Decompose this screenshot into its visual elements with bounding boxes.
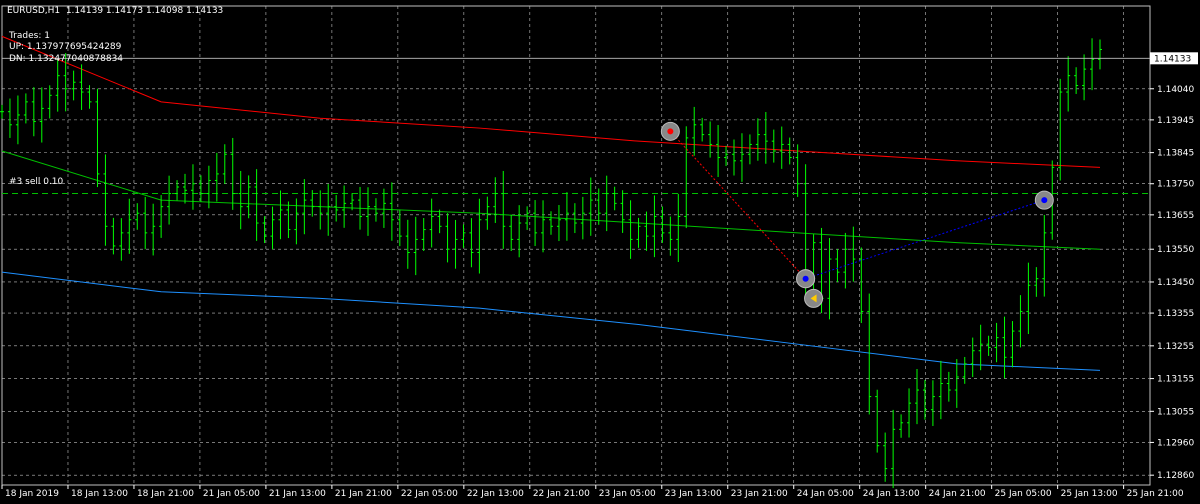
y-tick-label: 1.13845 bbox=[1157, 149, 1194, 159]
x-tick-label: 21 Jan 21:00 bbox=[335, 489, 392, 499]
x-tick-label: 25 Jan 05:00 bbox=[995, 489, 1052, 499]
chart-title: EURUSD,H1 1.14139 1.14173 1.14098 1.1413… bbox=[7, 6, 224, 16]
y-tick-label: 1.14040 bbox=[1157, 85, 1194, 95]
x-tick-label: 25 Jan 13:00 bbox=[1061, 489, 1118, 499]
x-tick-label: 18 Jan 13:00 bbox=[71, 489, 128, 499]
order-label: #3 sell 0.10 bbox=[9, 177, 64, 187]
plot-frame bbox=[1, 5, 1151, 486]
x-tick-label: 23 Jan 21:00 bbox=[731, 489, 788, 499]
x-tick-label: 23 Jan 13:00 bbox=[665, 489, 722, 499]
y-tick-label: 1.13550 bbox=[1157, 245, 1194, 255]
x-tick-label: 24 Jan 13:00 bbox=[863, 489, 920, 499]
buy-trade-close-dot bbox=[1041, 197, 1048, 204]
x-tick-label: 24 Jan 05:00 bbox=[797, 489, 854, 499]
x-tick-label: 18 Jan 21:00 bbox=[137, 489, 194, 499]
y-tick-label: 1.13355 bbox=[1157, 309, 1194, 319]
dn-level: DN: 1.132477040878834 bbox=[9, 54, 124, 64]
chart-window[interactable]: 1.14040 1.13945 1.13845 1.13750 1.13655 1.135… bbox=[0, 0, 1200, 500]
y-tick-label: 1.13750 bbox=[1157, 180, 1194, 190]
upper-band-line bbox=[1, 35, 1101, 168]
y-tick-label: 1.13655 bbox=[1157, 211, 1194, 221]
x-tick-label: 22 Jan 21:00 bbox=[533, 489, 590, 499]
x-tick-label: 22 Jan 13:00 bbox=[467, 489, 524, 499]
up-level: UP: 1.137977695424289 bbox=[9, 42, 122, 52]
y-tick-label: 1.13450 bbox=[1157, 278, 1194, 288]
x-tick-label: 25 Jan 21:00 bbox=[1127, 489, 1184, 499]
trades-count: Trades: 1 bbox=[9, 31, 50, 41]
sell-trade-line bbox=[669, 130, 806, 280]
y-tick-label: 1.13255 bbox=[1157, 342, 1194, 352]
x-tick-label: 21 Jan 05:00 bbox=[203, 489, 260, 499]
buy-trade-open-dot bbox=[802, 275, 809, 282]
x-tick-label: 18 Jan 2019 bbox=[5, 489, 59, 499]
y-tick-label: 1.13945 bbox=[1157, 116, 1194, 126]
x-tick-label: 22 Jan 05:00 bbox=[401, 489, 458, 499]
y-tick-label: 1.12860 bbox=[1157, 471, 1194, 481]
current-price-label: 1.14133 bbox=[1154, 54, 1191, 64]
y-tick-label: 1.13155 bbox=[1157, 375, 1194, 385]
y-tick-label: 1.12960 bbox=[1157, 438, 1194, 448]
x-tick-label: 23 Jan 05:00 bbox=[599, 489, 656, 499]
buy-trade-line bbox=[805, 199, 1045, 280]
sell-trade-open-dot bbox=[667, 128, 674, 135]
x-tick-label: 24 Jan 21:00 bbox=[929, 489, 986, 499]
price-chart[interactable]: 1.14040 1.13945 1.13845 1.13750 1.13655 1.135… bbox=[0, 0, 1200, 500]
y-tick-label: 1.13055 bbox=[1157, 407, 1194, 417]
x-tick-label: 21 Jan 13:00 bbox=[269, 489, 326, 499]
lower-band-line bbox=[1, 271, 1101, 371]
